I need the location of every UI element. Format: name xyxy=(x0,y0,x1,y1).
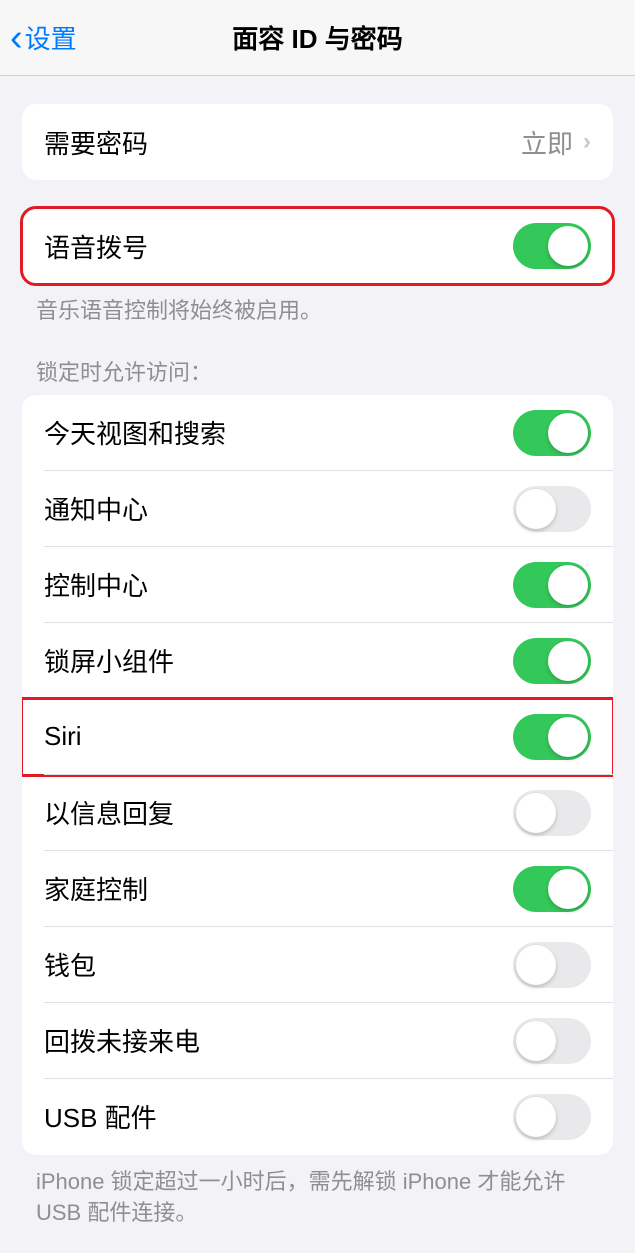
locked-access-row: 控制中心 xyxy=(22,547,613,623)
locked-access-row: 家庭控制 xyxy=(22,851,613,927)
locked-access-row: USB 配件 xyxy=(22,1079,613,1155)
switch-knob xyxy=(548,869,588,909)
locked-access-row: 通知中心 xyxy=(22,471,613,547)
locked-access-switch[interactable] xyxy=(513,562,591,608)
voice-dial-label: 语音拨号 xyxy=(44,228,513,265)
switch-knob xyxy=(516,489,556,529)
locked-access-label: 钱包 xyxy=(44,946,513,983)
switch-knob xyxy=(548,226,588,266)
locked-access-footer: iPhone 锁定超过一小时后，需先解锁 iPhone 才能允许 USB 配件连… xyxy=(36,1167,599,1229)
back-label: 设置 xyxy=(25,19,77,56)
locked-access-label: 以信息回复 xyxy=(44,794,513,831)
back-button[interactable]: ‹ 设置 xyxy=(10,19,77,57)
voice-dial-switch[interactable] xyxy=(513,223,591,269)
switch-knob xyxy=(516,1097,556,1137)
locked-access-header: 锁定时允许访问： xyxy=(36,355,599,387)
switch-knob xyxy=(516,945,556,985)
locked-access-label: 家庭控制 xyxy=(44,870,513,907)
locked-access-group: 今天视图和搜索通知中心控制中心锁屏小组件 Siri 以信息回复家庭控制钱包回拨未接来… xyxy=(22,395,613,1155)
locked-access-row: 以信息回复 xyxy=(22,775,613,851)
locked-access-label: 控制中心 xyxy=(44,566,513,603)
locked-access-switch[interactable] xyxy=(513,410,591,456)
voice-dial-row: 语音拨号 xyxy=(22,208,613,284)
require-passcode-label: 需要密码 xyxy=(44,124,521,161)
switch-knob xyxy=(548,641,588,681)
locked-access-switch[interactable] xyxy=(513,866,591,912)
switch-knob xyxy=(548,565,588,605)
locked-access-row: 回拨未接来电 xyxy=(22,1003,613,1079)
chevron-right-icon: › xyxy=(583,128,591,156)
locked-access-label: USB 配件 xyxy=(44,1098,513,1135)
locked-access-switch[interactable] xyxy=(513,1094,591,1140)
voice-dial-group: 语音拨号 xyxy=(22,208,613,284)
locked-access-row: 今天视图和搜索 xyxy=(22,395,613,471)
locked-access-label: 回拨未接来电 xyxy=(44,1022,513,1059)
switch-knob xyxy=(516,1021,556,1061)
require-passcode-row[interactable]: 需要密码 立即 › xyxy=(22,104,613,180)
locked-access-switch[interactable] xyxy=(513,1018,591,1064)
voice-dial-footer: 音乐语音控制将始终被启用。 xyxy=(36,296,599,327)
locked-access-row: 钱包 xyxy=(22,927,613,1003)
switch-knob xyxy=(548,413,588,453)
locked-access-switch[interactable] xyxy=(513,714,591,760)
require-passcode-group: 需要密码 立即 › xyxy=(22,104,613,180)
chevron-left-icon: ‹ xyxy=(10,19,23,57)
locked-access-row: Siri xyxy=(22,699,613,775)
locked-access-switch[interactable] xyxy=(513,638,591,684)
switch-knob xyxy=(516,793,556,833)
require-passcode-value: 立即 xyxy=(521,124,573,161)
locked-access-switch[interactable] xyxy=(513,942,591,988)
locked-access-label: 锁屏小组件 xyxy=(44,642,513,679)
locked-access-label: 今天视图和搜索 xyxy=(44,414,513,451)
locked-access-row: 锁屏小组件 xyxy=(22,623,613,699)
locked-access-label: Siri xyxy=(44,721,513,752)
page-title: 面容 ID 与密码 xyxy=(232,19,402,56)
locked-access-label: 通知中心 xyxy=(44,490,513,527)
switch-knob xyxy=(548,717,588,757)
locked-access-switch[interactable] xyxy=(513,486,591,532)
navigation-header: ‹ 设置 面容 ID 与密码 xyxy=(0,0,635,76)
locked-access-switch[interactable] xyxy=(513,790,591,836)
